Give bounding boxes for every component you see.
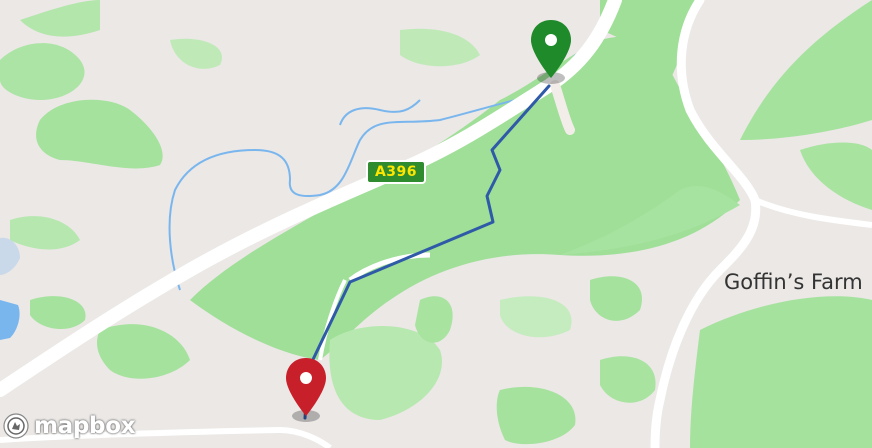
map-canvas[interactable]: A396 Goffin’s Farm mapbox — [0, 0, 872, 448]
map-base-layer — [0, 0, 872, 448]
woodland-area — [0, 43, 85, 100]
woodland-area — [10, 216, 80, 250]
woodland-area — [496, 386, 576, 445]
woodland-area — [20, 0, 100, 37]
lake — [0, 237, 20, 275]
map-pin-icon — [286, 358, 326, 422]
woodland-area — [30, 296, 86, 330]
woodland-area — [400, 28, 480, 67]
end-marker[interactable] — [282, 356, 330, 428]
woodland-area — [600, 356, 656, 403]
woodland-area — [500, 296, 572, 338]
mapbox-attribution[interactable]: mapbox — [2, 410, 136, 442]
lake — [0, 300, 20, 340]
woodland-area — [36, 99, 163, 169]
woodland-area — [97, 324, 190, 379]
woodland-area — [170, 38, 222, 69]
road — [753, 197, 872, 228]
woodland-area — [690, 296, 872, 448]
woodland-area — [190, 36, 740, 360]
map-pin-icon — [531, 20, 571, 84]
road-shield-a396: A396 — [366, 160, 426, 184]
mapbox-logo-icon — [3, 413, 29, 439]
woodland-area — [800, 142, 872, 210]
woodland-area — [740, 0, 872, 140]
woodland-area — [590, 276, 642, 321]
woodland-area — [415, 296, 453, 343]
start-marker[interactable] — [527, 18, 575, 90]
mapbox-wordmark: mapbox — [34, 413, 136, 439]
place-label-goffins-farm: Goffin’s Farm — [724, 270, 863, 294]
